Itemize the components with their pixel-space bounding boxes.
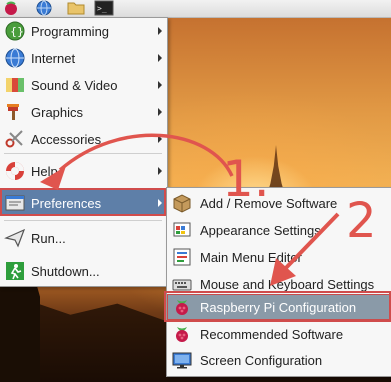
menu-label: Internet — [31, 50, 76, 66]
monitor-icon — [171, 349, 193, 371]
raspberry-pi-menu-icon[interactable] — [2, 0, 20, 16]
submenu-label: Screen Configuration — [200, 352, 323, 368]
menu-label: Help — [31, 163, 58, 179]
menu-separator — [4, 153, 162, 154]
keyboard-icon — [171, 273, 193, 295]
menu-separator — [4, 220, 162, 221]
step-1-label: 1. — [222, 150, 270, 208]
menu-editor-icon — [171, 246, 193, 268]
menu-label: Accessories — [31, 131, 102, 147]
submenu-label: Raspberry Pi Configuration — [200, 299, 357, 315]
sound-video-icon — [3, 73, 27, 97]
svg-text:>_: >_ — [97, 4, 107, 13]
main-menu: {} Programming Internet Sound & Video Gr… — [0, 17, 168, 287]
raspberry-pi-icon — [171, 323, 193, 345]
terminal-icon[interactable]: >_ — [94, 0, 114, 16]
menu-item-preferences[interactable]: Preferences — [0, 190, 167, 216]
menu-item-shutdown[interactable]: Shutdown... — [0, 258, 167, 284]
submenu-arrow-icon — [158, 81, 162, 89]
submenu-item-screen-configuration[interactable]: Screen Configuration — [167, 347, 391, 373]
step-2-label: 2 — [346, 193, 377, 249]
menu-label: Shutdown... — [31, 263, 100, 279]
file-manager-icon[interactable] — [67, 0, 85, 16]
graphics-icon — [3, 100, 27, 124]
submenu-arrow-icon — [158, 135, 162, 143]
menu-item-accessories[interactable]: Accessories — [0, 126, 167, 152]
internet-globe-icon — [3, 46, 27, 70]
programming-icon: {} — [3, 19, 27, 43]
submenu-label: Main Menu Editor — [200, 249, 302, 265]
menu-label: Run... — [31, 230, 66, 246]
submenu-arrow-icon — [158, 108, 162, 116]
submenu-label: Mouse and Keyboard Settings — [200, 276, 375, 292]
appearance-icon — [171, 219, 193, 241]
taskbar: >_ — [0, 0, 391, 18]
submenu-arrow-icon — [158, 167, 162, 175]
preferences-icon — [3, 191, 27, 215]
menu-item-graphics[interactable]: Graphics — [0, 99, 167, 125]
package-icon — [171, 192, 193, 214]
submenu-arrow-icon — [158, 27, 162, 35]
submenu-arrow-icon — [158, 54, 162, 62]
menu-item-run[interactable]: Run... — [0, 225, 167, 251]
accessories-icon — [3, 127, 27, 151]
menu-item-internet[interactable]: Internet — [0, 45, 167, 71]
web-browser-icon[interactable] — [35, 0, 53, 16]
submenu-item-raspberry-pi-configuration[interactable]: Raspberry Pi Configuration — [167, 294, 391, 320]
submenu-label: Recommended Software — [200, 326, 344, 342]
menu-item-help[interactable]: Help — [0, 158, 167, 184]
menu-label: Graphics — [31, 104, 84, 120]
svg-text:{}: {} — [10, 25, 24, 38]
shutdown-icon — [3, 259, 27, 283]
menu-item-programming[interactable]: {} Programming — [0, 18, 167, 44]
help-lifebuoy-icon — [3, 159, 27, 183]
menu-label: Programming — [31, 23, 110, 39]
raspberry-pi-icon — [171, 296, 193, 318]
submenu-item-recommended-software[interactable]: Recommended Software — [167, 321, 391, 347]
submenu-arrow-icon — [158, 199, 162, 207]
menu-item-sound-video[interactable]: Sound & Video — [0, 72, 167, 98]
run-icon — [3, 226, 27, 250]
menu-label: Preferences — [31, 195, 102, 211]
menu-label: Sound & Video — [31, 77, 118, 93]
submenu-label: Appearance Settings — [200, 222, 321, 238]
